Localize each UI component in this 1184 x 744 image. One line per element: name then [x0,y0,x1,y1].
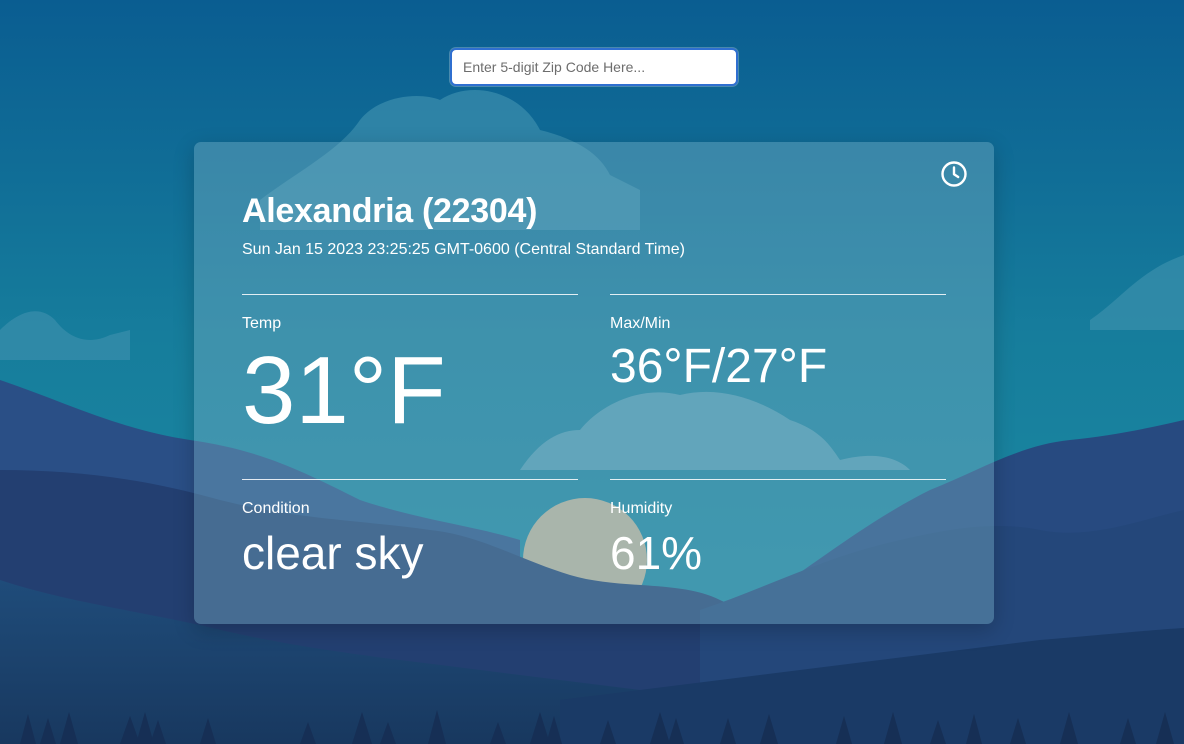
max-min-value: 36°F/27°F [610,340,828,393]
condition-label: Condition [242,500,310,517]
max-min-section: Max/Min 36°F/27°F [610,294,946,391]
humidity-label: Humidity [610,500,673,517]
condition-section: Condition clear sky [242,479,578,576]
weather-card: Alexandria (22304) Sun Jan 15 2023 23:25… [194,142,994,624]
max-min-label: Max/Min [610,315,671,332]
date-time: Sun Jan 15 2023 23:25:25 GMT-0600 (Centr… [242,241,685,258]
clock-icon [941,161,967,187]
humidity-section: Humidity 61% [610,479,946,576]
temp-label: Temp [242,315,282,332]
humidity-value: 61% [610,527,703,579]
temp-value: 31°F [242,337,446,444]
history-button[interactable] [940,160,968,188]
temperature-section: Temp 31°F [242,294,578,439]
location-title: Alexandria (22304) [242,192,538,230]
zip-code-input[interactable] [450,48,738,86]
condition-value: clear sky [242,527,424,579]
